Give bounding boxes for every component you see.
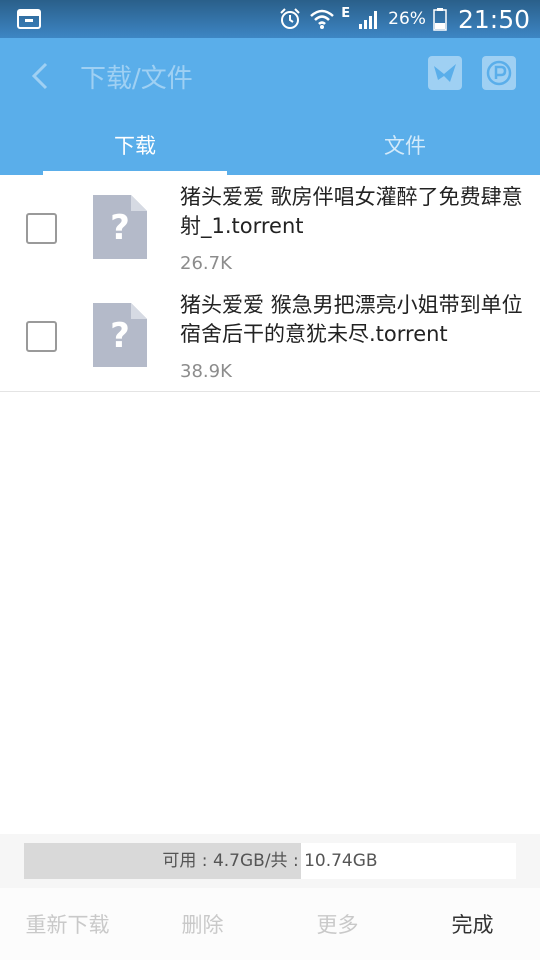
redownload-button[interactable]: 重新下载 [0,888,135,960]
list-item[interactable]: ? 猪头爱爱 歌房伴唱女灌醉了免费肆意射_1.torrent 26.7K [0,175,540,283]
clock: 21:50 [457,4,530,34]
tab-downloads[interactable]: 下载 [0,122,270,175]
notification-icon [16,8,42,30]
battery-icon [432,6,448,32]
svg-text:?: ? [110,208,130,248]
wifi-icon [309,6,335,32]
battery-percent: 26% [388,9,426,29]
share-button[interactable] [428,56,462,90]
unknown-file-icon: ? [93,303,147,367]
done-button[interactable]: 完成 [405,888,540,960]
back-button[interactable] [22,56,58,96]
list-divider [0,391,540,392]
delete-button[interactable]: 删除 [135,888,270,960]
app-header: 下载/文件 下载 文件 [0,38,540,175]
tab-bar: 下载 文件 [0,122,540,175]
storage-text: 可用 : 4.7GB/共 : 10.74GB [162,851,378,871]
page-title: 下载/文件 [80,64,193,94]
bottom-action-bar: 重新下载 删除 更多 完成 [0,888,540,960]
file-size: 26.7K [180,253,232,274]
unknown-file-icon: ? [93,195,147,259]
file-list: ? 猪头爱爱 歌房伴唱女灌醉了免费肆意射_1.torrent 26.7K ? 猪… [0,175,540,391]
file-size: 38.9K [180,361,232,382]
alarm-icon [277,6,303,32]
share-bird-icon [434,64,456,82]
file-name: 猪头爱爱 猴急男把漂亮小姐带到单位宿舍后干的意犹未尽.torrent [180,293,523,346]
svg-text:?: ? [110,316,130,356]
more-button[interactable]: 更多 [270,888,405,960]
network-type-label: E [341,6,351,21]
tab-files[interactable]: 文件 [270,122,540,175]
storage-panel: 可用 : 4.7GB/共 : 10.74GB [0,834,540,888]
item-checkbox[interactable] [26,213,57,244]
back-arrow-icon [31,62,48,90]
storage-bar: 可用 : 4.7GB/共 : 10.74GB [24,843,516,879]
signal-icon [356,6,382,32]
list-item[interactable]: ? 猪头爱爱 猴急男把漂亮小姐带到单位宿舍后干的意犹未尽.torrent 38.… [0,283,540,391]
status-bar: E 26% 21:50 [0,0,540,38]
item-checkbox[interactable] [26,321,57,352]
file-name: 猪头爱爱 歌房伴唱女灌醉了免费肆意射_1.torrent [180,185,523,238]
p-badge-icon [486,60,512,86]
p-badge-button[interactable] [482,56,516,90]
